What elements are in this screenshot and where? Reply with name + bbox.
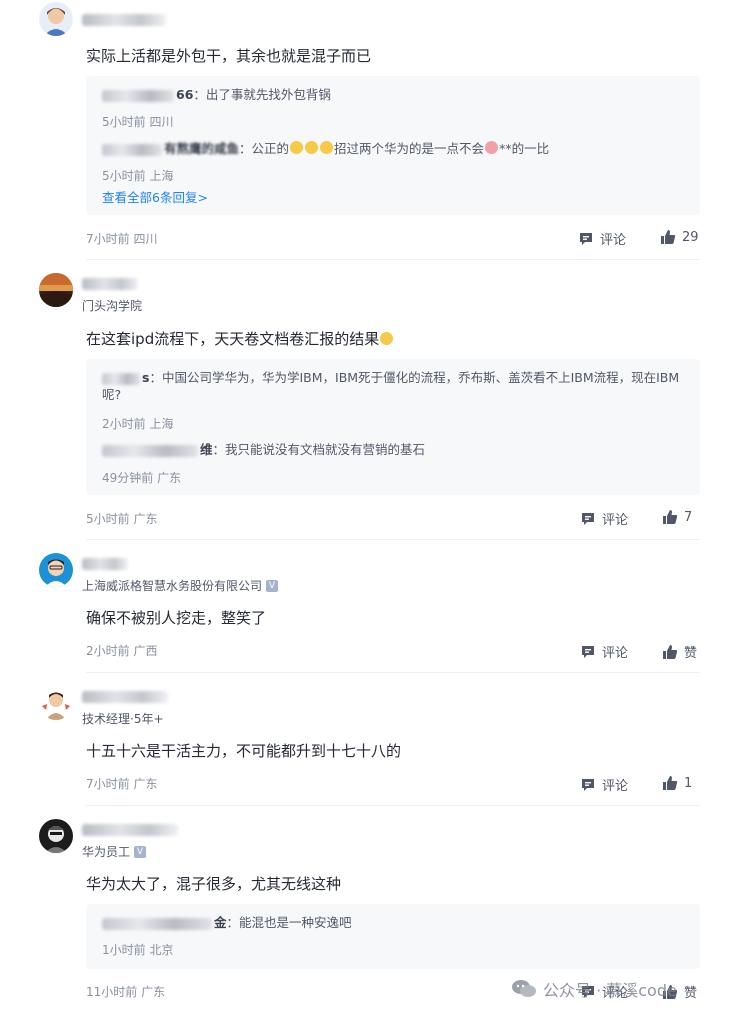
user-avatar[interactable] xyxy=(39,2,73,36)
reply-text: 我只能说没有文档就没有营销的基石 xyxy=(225,442,426,457)
author-name[interactable] xyxy=(82,278,138,290)
author-name[interactable] xyxy=(82,691,168,703)
reply-author-blur[interactable] xyxy=(102,89,174,102)
reply-box: s：中国公司学华为，华为学IBM，IBM死于僵化的流程，乔布斯、盖茨看不上IBM… xyxy=(86,359,700,495)
reply-text: **的一比 xyxy=(499,141,550,156)
comment-meta: 11小时前 广东 xyxy=(86,985,166,999)
thumbs-up-icon xyxy=(661,230,676,244)
thumbs-up-icon xyxy=(663,776,678,790)
like-label: 赞 xyxy=(684,986,698,1001)
emoji-icon xyxy=(305,141,319,154)
author-title: 上海威派格智慧水务股份有限公司 V xyxy=(82,577,279,594)
watermark-text: 公众号 · 慕溪code xyxy=(543,981,677,1000)
comment-label: 评论 xyxy=(602,646,629,661)
emoji-icon xyxy=(485,141,499,154)
reply-author-blur[interactable] xyxy=(102,143,162,156)
comment-icon xyxy=(580,232,592,245)
reply-item: 金：能混也是一种安逸吧 xyxy=(102,914,684,931)
reply-text: 中国公司学华为，华为学IBM，IBM死于僵化的流程，乔布斯、盖茨看不上IBM流程… xyxy=(102,370,680,402)
reply-item: s：中国公司学华为，华为学IBM，IBM死于僵化的流程，乔布斯、盖茨看不上IBM… xyxy=(102,370,680,402)
reply-meta: 5小时前 上海 xyxy=(102,169,174,183)
comment-label: 评论 xyxy=(602,779,629,794)
reply-author[interactable]: 有熬鹰的咸鱼 xyxy=(164,141,239,156)
reply-meta: 2小时前 上海 xyxy=(102,417,174,431)
comment-meta: 7小时前 四川 xyxy=(86,232,158,246)
reply-meta: 49分钟前 广东 xyxy=(102,471,182,485)
user-avatar[interactable] xyxy=(39,553,73,587)
comment-button[interactable]: 评论 xyxy=(580,509,628,528)
reply-author[interactable]: 金 xyxy=(214,915,227,930)
comment-label: 评论 xyxy=(600,233,627,248)
emoji-icon xyxy=(320,141,334,154)
see-all-replies-link[interactable]: 查看全部6条回复> xyxy=(102,187,208,206)
like-button[interactable]: 7 xyxy=(662,509,692,525)
comment-content: 确保不被别人挖走，整笑了 xyxy=(86,609,267,627)
like-count: 1 xyxy=(684,775,693,791)
reply-text: 招过两个华为的是一点不会 xyxy=(334,141,485,156)
emoji-icon xyxy=(380,332,394,345)
reply-author-blur[interactable] xyxy=(102,444,198,457)
reply-box: 66：出了事就先找外包背锅 5小时前 四川 有熬鹰的咸鱼：公正的 招过两个华为的是… xyxy=(86,76,700,215)
comment-label: 评论 xyxy=(602,513,629,528)
verified-badge-icon: V xyxy=(266,579,279,592)
reply-author-blur[interactable] xyxy=(102,372,140,385)
comment-icon xyxy=(582,778,594,791)
user-avatar[interactable] xyxy=(39,273,73,307)
comment-content: 华为太大了，混子很多，尤其无线这种 xyxy=(86,875,342,893)
author-name[interactable] xyxy=(82,14,166,26)
like-count: 7 xyxy=(684,509,693,525)
comment-button[interactable]: 评论 xyxy=(580,642,628,661)
author-title: 华为员工 V xyxy=(82,843,147,860)
reply-item: 有熬鹰的咸鱼：公正的 招过两个华为的是一点不会 **的一比 xyxy=(102,140,684,157)
comment-button[interactable]: 评论 xyxy=(578,229,626,248)
comment-content: 实际上活都是外包干，其余也就是混子而已 xyxy=(86,47,372,65)
author-title: 技术经理·5年+ xyxy=(82,712,164,726)
like-label: 赞 xyxy=(684,646,698,661)
divider xyxy=(86,259,700,260)
reply-text: 能混也是一种安逸吧 xyxy=(239,915,352,930)
reply-meta: 1小时前 北京 xyxy=(102,943,174,957)
divider xyxy=(86,539,700,540)
thumbs-up-icon xyxy=(663,510,678,524)
reply-author-blur[interactable] xyxy=(102,917,212,930)
comment-icon xyxy=(582,645,594,658)
like-button[interactable]: 29 xyxy=(660,229,699,245)
reply-author[interactable]: 维 xyxy=(200,442,213,457)
user-avatar[interactable] xyxy=(39,686,73,720)
like-count: 29 xyxy=(682,229,699,245)
author-title: 门头沟学院 xyxy=(82,299,143,313)
user-avatar[interactable] xyxy=(39,819,73,853)
reply-author[interactable]: 66 xyxy=(176,87,193,102)
comment-icon xyxy=(582,512,594,525)
verified-badge-icon: V xyxy=(134,845,147,858)
reply-item: 维：我只能说没有文档就没有营销的基石 xyxy=(102,441,684,458)
divider xyxy=(86,672,700,673)
comment-meta: 5小时前 广东 xyxy=(86,512,158,526)
reply-box: 金：能混也是一种安逸吧 1小时前 北京 xyxy=(86,904,700,969)
reply-item: 66：出了事就先找外包背锅 xyxy=(102,86,684,103)
thumbs-up-icon xyxy=(663,644,678,659)
reply-meta: 5小时前 四川 xyxy=(102,115,174,129)
reply-text: 公正的 xyxy=(251,141,290,156)
comment-button[interactable]: 评论 xyxy=(580,775,628,794)
comment-meta: 2小时前 广西 xyxy=(86,644,158,658)
comment-content: 十五十六是干活主力，不可能都升到十七十八的 xyxy=(86,742,402,760)
comment-meta: 7小时前 广东 xyxy=(86,777,158,791)
author-name[interactable] xyxy=(82,824,178,836)
reply-text: 出了事就先找外包背锅 xyxy=(205,87,331,102)
divider xyxy=(86,805,700,806)
watermark: 公众号 · 慕溪code xyxy=(511,977,677,1001)
like-button[interactable]: 1 xyxy=(662,775,692,791)
comment-content: 在这套ipd流程下，天天卷文档卷汇报的结果 xyxy=(86,328,394,349)
wechat-icon xyxy=(512,980,536,997)
author-name[interactable] xyxy=(82,558,128,570)
like-button[interactable]: 赞 xyxy=(662,642,697,661)
emoji-icon xyxy=(290,141,304,154)
